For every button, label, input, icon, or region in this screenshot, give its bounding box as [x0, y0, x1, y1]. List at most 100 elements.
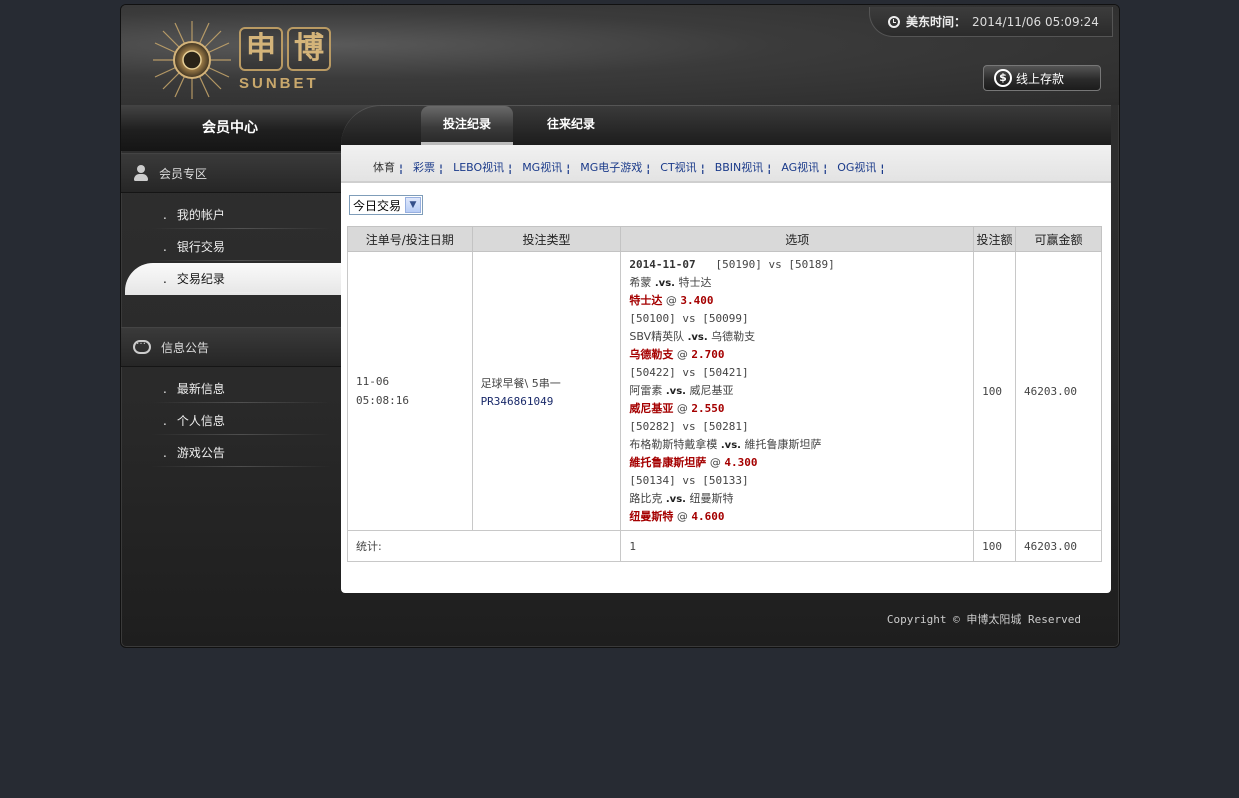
at-sign: @: [709, 456, 721, 469]
at-sign: @: [676, 348, 688, 361]
deposit-label: 线上存款: [1016, 71, 1065, 86]
game-link-og-live[interactable]: OG视讯: [837, 159, 876, 175]
pick-team: 纽曼斯特: [629, 510, 674, 523]
game-link-ag-live[interactable]: AG视讯: [781, 159, 819, 175]
sidebar-item-latest-news[interactable]: . 最新信息: [121, 373, 341, 405]
odds-value: 4.300: [724, 456, 758, 469]
leg-teams: 阿雷素 .vs. 威尼基亚: [629, 382, 965, 400]
separator: ¦: [823, 162, 828, 175]
filter-row: 今日交易 ▼: [341, 183, 1111, 215]
summary-label: 统计:: [346, 530, 622, 562]
leg-ids: [50100] vs [50099]: [629, 312, 749, 325]
game-link-lottery[interactable]: 彩票: [413, 159, 435, 175]
tab-bet-records[interactable]: 投注纪录: [421, 106, 514, 145]
bullet: .: [163, 208, 167, 222]
leg-teams: 路比克 .vs. 纽曼斯特: [629, 490, 965, 508]
user-icon: [133, 165, 149, 181]
time-label: 美东时间：: [906, 14, 967, 29]
game-link-sports[interactable]: 体育: [373, 159, 395, 175]
logo-char-2: 博: [287, 27, 331, 71]
separator: ¦: [439, 162, 444, 175]
summary-amount: 100: [973, 530, 1016, 562]
cell-bet-type: 足球早餐\ 5串一 PR346861049: [471, 251, 622, 531]
online-deposit-button[interactable]: $ 线上存款: [983, 65, 1101, 91]
game-link-mg-live[interactable]: MG视讯: [522, 159, 562, 175]
away-team: 乌德勒支: [711, 330, 756, 343]
col-order-date: 注单号/投注日期: [347, 226, 473, 252]
cell-amount: 100: [973, 251, 1016, 531]
sidebar-item-label: 交易纪录: [176, 272, 225, 286]
sidebar-item-game-announcements[interactable]: . 游戏公告: [121, 437, 341, 469]
leg-ids: 2014-11-07 [50190] vs [50189]: [629, 256, 965, 274]
bet-records-table: 注单号/投注日期 投注类型 选项 投注额 可赢金额 11-06 05:08:16…: [346, 226, 1103, 562]
copyright: Copyright © 申博太阳城 Reserved: [886, 613, 1081, 626]
leg-ids: [50134] vs [50133]: [629, 474, 749, 487]
at-sign: @: [676, 510, 688, 523]
cell-win: 46203.00: [1014, 251, 1103, 531]
pick-team: 乌德勒支: [629, 348, 674, 361]
sidebar-item-personal-info[interactable]: . 个人信息: [121, 405, 341, 437]
separator: ¦: [566, 162, 571, 175]
chevron-down-icon: ▼: [405, 197, 422, 213]
sidebar-item-label: 最新信息: [176, 382, 225, 396]
leg-teams: SBV精英队 .vs. 乌德勒支: [629, 328, 965, 346]
leg-pick: 特士达 @ 3.400: [629, 292, 965, 310]
vs-text: .vs.: [687, 332, 708, 343]
time-value: 2014/11/06 05:09:24: [972, 14, 1099, 29]
sidebar-item-bank-transactions[interactable]: . 银行交易: [121, 231, 341, 263]
col-amount: 投注额: [973, 226, 1016, 252]
section-title: 会员专区: [159, 166, 208, 181]
header: 申 博 SUNBET 美东时间： 2014/11/06 05:09:24 $ 线…: [121, 5, 1119, 105]
game-link-bbin-live[interactable]: BBIN视讯: [715, 159, 764, 175]
leg-pick: 威尼基亚 @ 2.550: [629, 400, 965, 418]
game-category-nav: 体育 ¦ 彩票 ¦ LEBO视讯 ¦ MG视讯 ¦ MG电子游戏 ¦ CT视讯 ¦ BBIN…: [341, 145, 1111, 183]
selection-date: 2014-11-07: [629, 258, 696, 271]
away-team: 維托鲁康斯坦萨: [744, 438, 822, 451]
home-team: 路比克: [629, 492, 663, 505]
col-selection: 选项: [620, 226, 975, 252]
odds-value: 2.700: [691, 348, 725, 361]
col-bet-type: 投注类型: [471, 226, 622, 252]
sidebar-item-label: 游戏公告: [176, 446, 225, 460]
separator: ¦: [508, 162, 513, 175]
home-team: 布格勒斯特戴拿模: [629, 438, 718, 451]
tab-transaction-history[interactable]: 往来纪录: [525, 106, 617, 142]
pick-team: 維托鲁康斯坦萨: [629, 456, 707, 469]
bet-type: 足球早餐\ 5串一: [480, 376, 561, 390]
table-row: 11-06 05:08:16 足球早餐\ 5串一 PR346861049 201…: [347, 251, 1103, 531]
at-sign: @: [665, 294, 677, 307]
sidebar-item-label: 银行交易: [176, 240, 225, 254]
col-win: 可赢金额: [1014, 226, 1103, 252]
leg-teams: 希蒙 .vs. 特士达: [629, 274, 965, 292]
home-team: SBV精英队: [629, 330, 685, 343]
main-content: 体育 ¦ 彩票 ¦ LEBO视讯 ¦ MG视讯 ¦ MG电子游戏 ¦ CT视讯 ¦ BBIN…: [341, 145, 1111, 593]
clock-icon: [888, 15, 900, 28]
section-title: 信息公告: [161, 340, 210, 355]
bullet: .: [163, 382, 167, 396]
leg-pick: 維托鲁康斯坦萨 @ 4.300: [629, 454, 965, 472]
order-number[interactable]: PR346861049: [481, 395, 613, 408]
summary-row: 统计: 1 100 46203.00: [346, 530, 1103, 562]
game-link-ct-live[interactable]: CT视讯: [660, 159, 696, 175]
summary-win: 46203.00: [1014, 530, 1103, 562]
at-sign: @: [676, 402, 688, 415]
leg-teams: 布格勒斯特戴拿模 .vs. 維托鲁康斯坦萨: [629, 436, 965, 454]
vs-text: .vs.: [654, 278, 675, 289]
section-announcements: 信息公告: [121, 327, 341, 367]
sunbet-logo[interactable]: 申 博 SUNBET: [151, 19, 361, 101]
summary-count: 1: [620, 530, 975, 562]
selected-option: 今日交易: [353, 198, 402, 213]
logo-char-1: 申: [239, 27, 283, 71]
sidebar-item-transaction-records[interactable]: . 交易纪录: [125, 263, 341, 295]
home-team: 希蒙: [629, 276, 652, 289]
sidebar-item-my-account[interactable]: . 我的帐户: [121, 199, 341, 231]
leg-ids-text: [50190] vs [50189]: [715, 258, 835, 271]
game-link-lebo-live[interactable]: LEBO视讯: [453, 159, 504, 175]
sidebar: 会员专区 . 我的帐户 . 银行交易 . 交易纪录 信息公告 . 最新信息 . 个人信息 …: [121, 153, 341, 593]
leg-pick: 纽曼斯特 @ 4.600: [629, 508, 965, 526]
game-link-mg-slots[interactable]: MG电子游戏: [580, 159, 642, 175]
date-range-select[interactable]: 今日交易 ▼: [349, 195, 424, 215]
vs-text: .vs.: [665, 386, 686, 397]
leg-ids: [50422] vs [50421]: [629, 366, 749, 379]
